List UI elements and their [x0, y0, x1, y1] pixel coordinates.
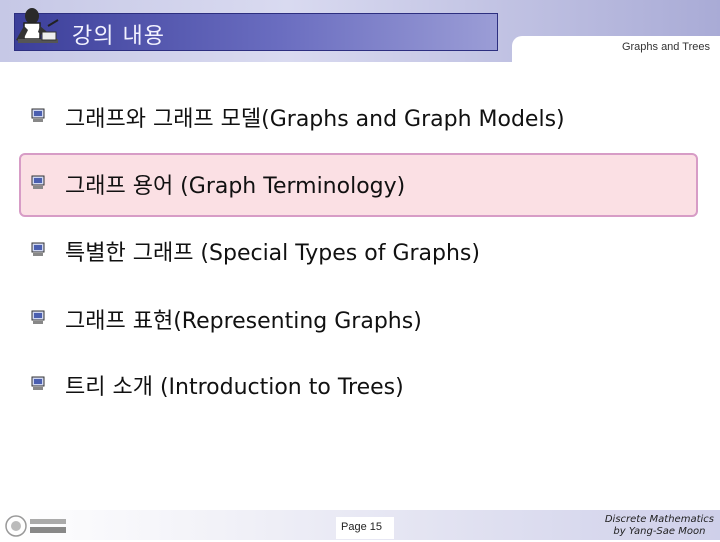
computer-bullet-icon — [30, 174, 46, 190]
professor-at-desk-icon — [12, 6, 64, 52]
page-number: Page 15 — [341, 521, 382, 533]
page-title: 강의 내용 — [72, 24, 165, 49]
credit-course: Discrete Mathematics — [604, 514, 714, 525]
computer-bullet-icon — [30, 309, 46, 325]
section-subtitle: Graphs and Trees — [621, 41, 710, 53]
credit-text: Discrete Mathematics by Yang-Sae Moon — [605, 514, 714, 538]
computer-bullet-icon — [30, 107, 46, 123]
credit-author: by Yang-Sae Moon — [613, 526, 706, 537]
university-logo-icon — [4, 514, 70, 538]
computer-bullet-icon — [30, 375, 46, 391]
list-item-label: 트리 소개 (Introduction to Trees) — [65, 375, 404, 400]
list-item-label: 그래프와 그래프 모델(Graphs and Graph Models) — [65, 107, 565, 132]
computer-bullet-icon — [30, 241, 46, 257]
list-item-label: 그래프 용어 (Graph Terminology) — [65, 174, 406, 199]
list-item-label: 그래프 표현(Representing Graphs) — [65, 309, 422, 334]
list-item-label: 특별한 그래프 (Special Types of Graphs) — [65, 241, 480, 266]
